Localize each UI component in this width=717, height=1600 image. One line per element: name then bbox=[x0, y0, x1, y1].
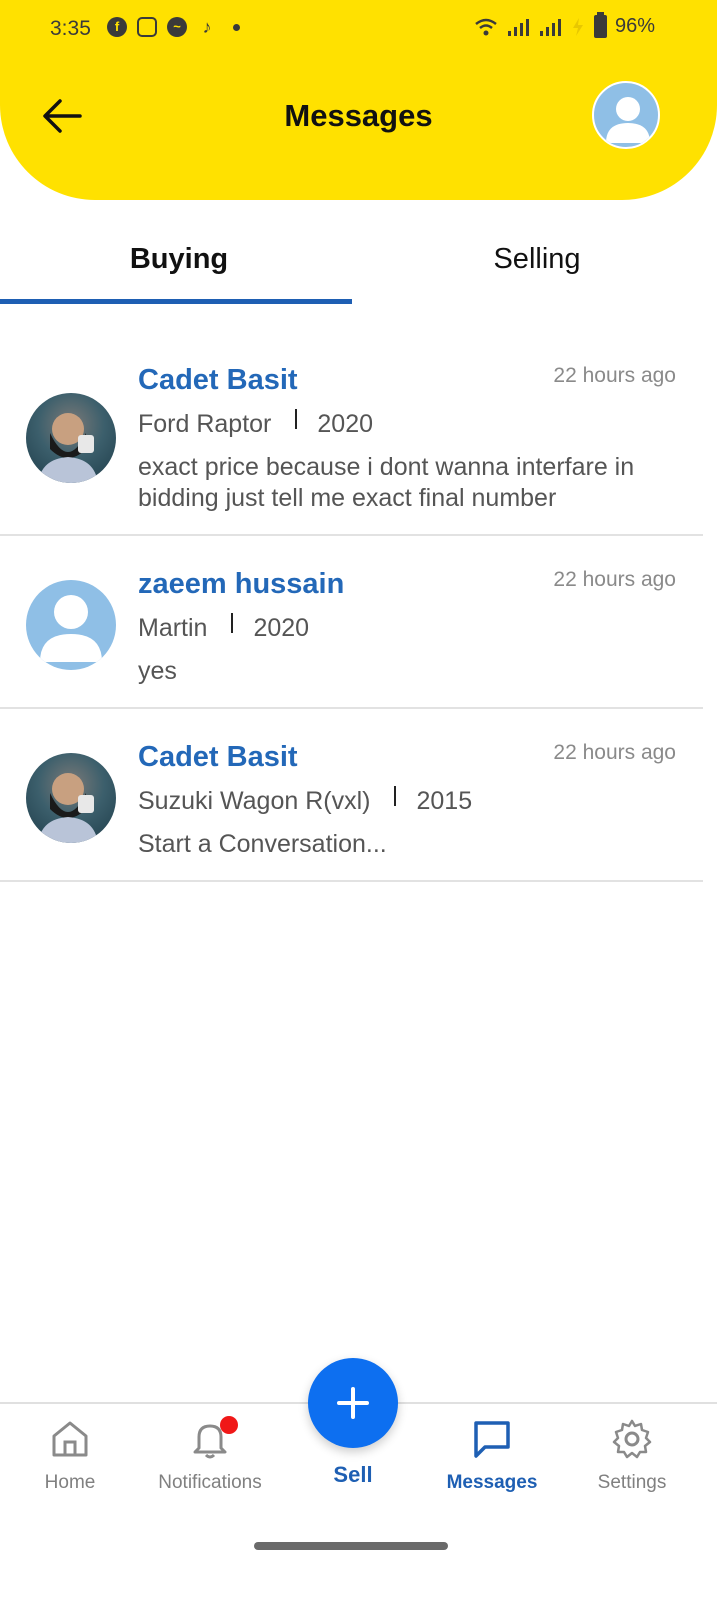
plus-icon bbox=[337, 1387, 369, 1419]
last-message: Start a Conversation... bbox=[138, 830, 387, 858]
signal-icon bbox=[539, 18, 561, 36]
profile-avatar[interactable] bbox=[592, 81, 660, 149]
signal-icon bbox=[507, 18, 529, 36]
message-tabs: Buying Selling bbox=[0, 225, 717, 305]
listing-info: Suzuki Wagon R(vxl) 2015 bbox=[138, 785, 473, 816]
separator bbox=[295, 408, 298, 429]
active-tab-indicator bbox=[0, 299, 352, 304]
nav-notifications-label: Notifications bbox=[158, 1472, 262, 1493]
user-placeholder-icon bbox=[606, 97, 650, 143]
tab-buying[interactable]: Buying bbox=[0, 243, 358, 276]
gear-icon bbox=[612, 1419, 652, 1459]
sender-name: zaeem hussain bbox=[138, 568, 345, 600]
listing-info: Martin 2020 bbox=[138, 612, 310, 643]
sell-label[interactable]: Sell bbox=[303, 1462, 403, 1488]
vehicle-year: 2015 bbox=[416, 787, 473, 815]
sell-button[interactable] bbox=[308, 1358, 398, 1448]
vehicle-name: Suzuki Wagon R(vxl) bbox=[138, 787, 371, 815]
listing-info: Ford Raptor 2020 bbox=[138, 408, 374, 439]
facebook-icon: f bbox=[107, 17, 127, 37]
vehicle-name: Martin bbox=[138, 614, 208, 642]
battery-percent: 96% bbox=[614, 15, 655, 37]
battery-icon bbox=[593, 12, 607, 38]
user-placeholder-icon bbox=[40, 595, 102, 662]
nav-home[interactable]: Home bbox=[0, 1418, 140, 1494]
message-time: 22 hours ago bbox=[553, 741, 676, 764]
avatar bbox=[26, 393, 116, 483]
vehicle-name: Ford Raptor bbox=[138, 410, 272, 438]
more-notifications-dot-icon bbox=[233, 23, 240, 31]
vehicle-year: 2020 bbox=[253, 614, 310, 642]
chat-icon bbox=[474, 1421, 510, 1458]
user-photo-icon bbox=[38, 773, 98, 843]
conversation-item[interactable]: zaeem hussain 22 hours ago Martin 2020 y… bbox=[0, 536, 703, 709]
nav-home-label: Home bbox=[44, 1472, 96, 1493]
last-message: yes bbox=[138, 657, 177, 685]
nav-settings[interactable]: Settings bbox=[562, 1418, 702, 1494]
notification-badge bbox=[220, 1416, 238, 1434]
separator bbox=[231, 612, 234, 633]
home-gesture-bar[interactable] bbox=[254, 1542, 448, 1550]
message-time: 22 hours ago bbox=[553, 364, 676, 387]
conversation-item[interactable]: Cadet Basit 22 hours ago Ford Raptor 202… bbox=[0, 336, 703, 536]
avatar bbox=[26, 753, 116, 843]
status-time: 3:35 bbox=[50, 17, 91, 40]
conversation-item[interactable]: Cadet Basit 22 hours ago Suzuki Wagon R(… bbox=[0, 709, 703, 882]
nav-messages[interactable]: Messages bbox=[422, 1418, 562, 1494]
sender-name: Cadet Basit bbox=[138, 364, 298, 396]
status-indicators: 96% bbox=[474, 12, 655, 38]
avatar bbox=[26, 580, 116, 670]
hotspot-icon bbox=[572, 17, 583, 36]
vehicle-year: 2020 bbox=[317, 410, 374, 438]
app-header: 3:35 f ~ ♪ 96% Messages bbox=[0, 0, 717, 200]
user-photo-icon bbox=[38, 413, 98, 483]
home-icon bbox=[52, 1421, 88, 1457]
sender-name: Cadet Basit bbox=[138, 741, 298, 773]
status-bar: 3:35 f ~ ♪ 96% bbox=[0, 0, 717, 60]
nav-settings-label: Settings bbox=[597, 1472, 667, 1493]
nav-messages-label: Messages bbox=[446, 1472, 538, 1493]
tiktok-icon: ♪ bbox=[202, 17, 212, 37]
instagram-icon bbox=[137, 17, 157, 37]
message-time: 22 hours ago bbox=[553, 568, 676, 591]
last-message: exact price because i dont wanna interfa… bbox=[138, 453, 635, 512]
tab-selling[interactable]: Selling bbox=[358, 243, 716, 276]
nav-notifications[interactable]: Notifications bbox=[140, 1416, 280, 1494]
wifi-icon bbox=[475, 18, 497, 35]
separator bbox=[394, 785, 397, 806]
status-app-icons: f ~ ♪ bbox=[107, 17, 240, 37]
messenger-icon: ~ bbox=[167, 17, 187, 37]
